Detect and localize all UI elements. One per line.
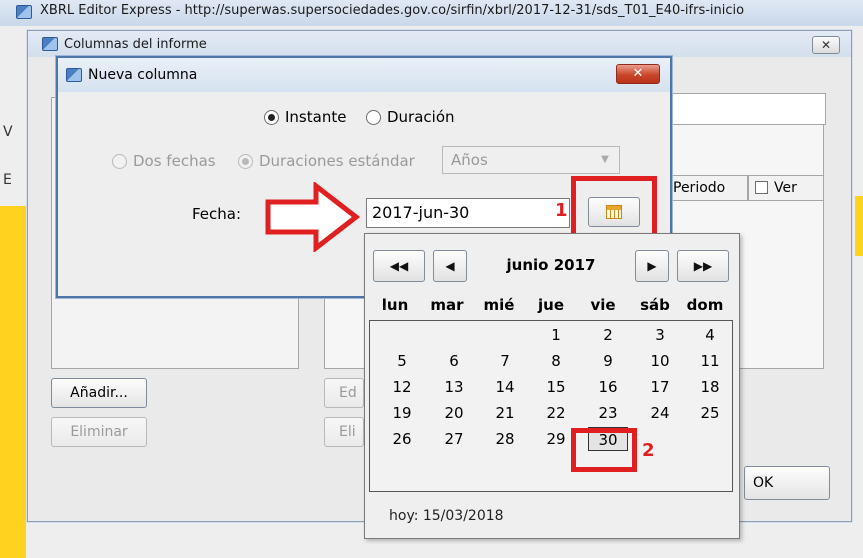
calendar-day[interactable]: 19: [382, 401, 422, 425]
calendar-day[interactable]: 17: [640, 375, 680, 399]
calendar-day-grid: 1 2 3 4 5 6 7 8 9 10 11 12 13 14 15 16 17 18 19 20 21 22 23 24 2…: [369, 320, 733, 492]
radio-duraciones-estandar[interactable]: Duraciones estándar: [238, 152, 415, 170]
fecha-input[interactable]: 2017-jun-30: [366, 198, 570, 228]
calendar-day[interactable]: 13: [434, 375, 474, 399]
calendar-day[interactable]: 2: [588, 323, 628, 347]
radio-instante-circle[interactable]: [264, 110, 279, 125]
ver-checkbox[interactable]: [755, 181, 768, 194]
radio-dos-fechas-circle[interactable]: [112, 154, 127, 169]
calendar-day[interactable]: 14: [485, 375, 525, 399]
next-year-button[interactable]: ▶▶: [677, 250, 729, 282]
prev-month-button[interactable]: ◀: [433, 250, 467, 282]
duration-unit-value: Años: [451, 151, 488, 169]
radio-duraciones-estandar-circle[interactable]: [238, 154, 253, 169]
fecha-label: Fecha:: [192, 205, 242, 223]
weekday-header: mar: [430, 296, 464, 314]
radio-duraciones-estandar-label: Duraciones estándar: [259, 152, 415, 170]
calendar-day[interactable]: 8: [536, 349, 576, 373]
table-header-ver[interactable]: Ver: [748, 175, 824, 201]
app-icon: [16, 5, 32, 19]
radio-duracion[interactable]: Duración: [366, 108, 455, 126]
weekday-header: dom: [686, 296, 724, 314]
calendar-day[interactable]: 4: [690, 323, 730, 347]
calendar-day[interactable]: 18: [690, 375, 730, 399]
calendar-day[interactable]: 1: [536, 323, 576, 347]
dialog-app-icon: [66, 68, 82, 82]
red-arrow-annotation: [265, 182, 360, 252]
calendar-day[interactable]: 26: [382, 427, 422, 451]
calendar-day[interactable]: 12: [382, 375, 422, 399]
nueva-columna-titlebar[interactable]: Nueva columna ✕: [58, 58, 670, 92]
calendar-day[interactable]: 25: [690, 401, 730, 425]
radio-instante[interactable]: Instante: [264, 108, 346, 126]
nueva-columna-title: Nueva columna: [88, 67, 198, 83]
calendar-day[interactable]: 27: [434, 427, 474, 451]
radio-duracion-label: Duración: [387, 108, 455, 126]
weekday-header: jue: [538, 296, 564, 314]
calendar-day[interactable]: 29: [536, 427, 576, 451]
calendar-day[interactable]: 28: [485, 427, 525, 451]
annotation-step-2: 2: [642, 440, 655, 461]
weekday-header: mié: [483, 296, 515, 314]
columnas-dialog-title: Columnas del informe: [64, 37, 207, 52]
calendar-month-label: junio 2017: [506, 256, 596, 274]
ok-button[interactable]: OK: [744, 466, 830, 500]
table-header-ver-label: Ver: [774, 180, 797, 196]
main-side-label: V: [3, 124, 13, 140]
calendar-today-label[interactable]: hoy: 15/03/2018: [389, 508, 504, 524]
annotation-step-1: 1: [555, 200, 568, 221]
table-header-periodo-label: Periodo: [673, 180, 726, 196]
table-header-periodo[interactable]: Periodo: [668, 175, 748, 201]
calendar-day[interactable]: 24: [640, 401, 680, 425]
radio-instante-label: Instante: [285, 108, 347, 126]
weekday-header: lun: [381, 296, 409, 314]
calendar-day[interactable]: 21: [485, 401, 525, 425]
weekday-header: sáb: [640, 296, 670, 314]
calendar-day[interactable]: 22: [536, 401, 576, 425]
calendar-day[interactable]: 10: [640, 349, 680, 373]
calendar-day[interactable]: 11: [690, 349, 730, 373]
annotation-box-selected-day: [571, 428, 637, 472]
main-side-label: E: [3, 172, 12, 188]
columnas-titlebar[interactable]: Columnas del informe ✕: [28, 31, 851, 57]
main-window-title: XBRL Editor Express - http://superwas.su…: [40, 3, 745, 18]
calendar-day[interactable]: 7: [485, 349, 525, 373]
calendar-day[interactable]: 20: [434, 401, 474, 425]
calendar-day[interactable]: 9: [588, 349, 628, 373]
delete-column-button[interactable]: Eliminar: [51, 417, 147, 447]
main-yellow-panel-right: [855, 196, 863, 256]
prev-year-button[interactable]: ◀◀: [373, 250, 425, 282]
delete-right-button[interactable]: Eli: [324, 417, 364, 447]
dialog-app-icon: [42, 37, 58, 51]
main-yellow-panel: [0, 206, 26, 558]
calendar-day[interactable]: 5: [382, 349, 422, 373]
calendar-day[interactable]: 15: [536, 375, 576, 399]
radio-dos-fechas-label: Dos fechas: [133, 152, 216, 170]
calendar-popup: ◀◀ ◀ junio 2017 ▶ ▶▶ lun mar mié jue vie…: [364, 233, 740, 539]
main-titlebar[interactable]: XBRL Editor Express - http://superwas.su…: [0, 0, 863, 26]
edit-column-button[interactable]: Ed: [324, 378, 364, 408]
add-column-button[interactable]: Añadir...: [51, 378, 147, 408]
weekday-header: vie: [590, 296, 616, 314]
chevron-down-icon[interactable]: ▼: [594, 150, 616, 170]
calendar-day[interactable]: 23: [588, 401, 628, 425]
calendar-day[interactable]: 16: [588, 375, 628, 399]
columnas-close-button[interactable]: ✕: [812, 36, 840, 54]
radio-dos-fechas[interactable]: Dos fechas: [112, 152, 216, 170]
radio-duracion-circle[interactable]: [366, 110, 381, 125]
next-month-button[interactable]: ▶: [635, 250, 669, 282]
calendar-day[interactable]: 3: [640, 323, 680, 347]
calendar-day[interactable]: 6: [434, 349, 474, 373]
nueva-columna-close-button[interactable]: ✕: [616, 64, 660, 84]
